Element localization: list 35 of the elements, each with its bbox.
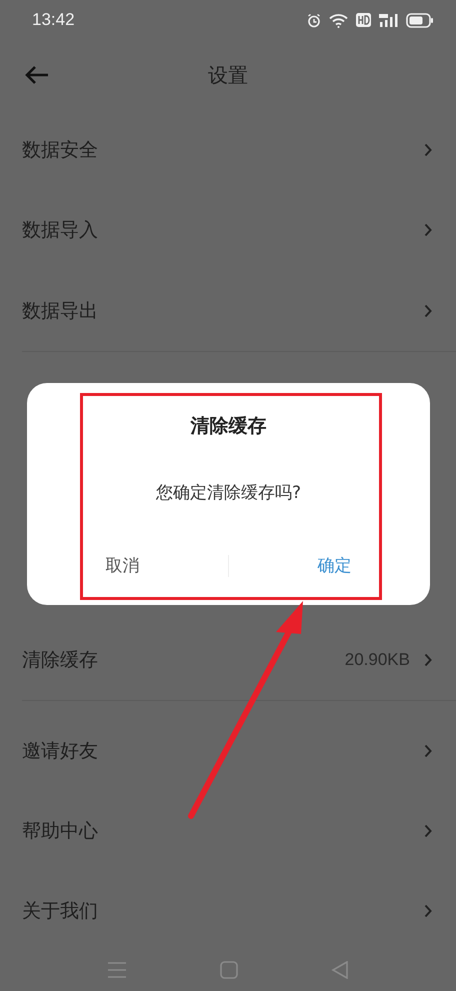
setting-label: 关于我们: [22, 899, 99, 924]
confirm-button[interactable]: 确定: [318, 550, 352, 581]
wifi-icon: [329, 12, 348, 28]
back-icon[interactable]: [24, 65, 50, 85]
page-title: 设置: [208, 62, 248, 88]
setting-label: 帮助中心: [22, 819, 99, 844]
setting-label: 邀请好友: [22, 739, 99, 764]
battery-icon: [406, 12, 434, 28]
back-icon[interactable]: [331, 961, 350, 979]
cancel-button[interactable]: 取消: [106, 550, 140, 581]
menu-icon[interactable]: [106, 961, 127, 979]
chevron-icon: [424, 304, 432, 318]
chevron-icon: [424, 744, 432, 758]
setting-label: 数据导出: [22, 299, 99, 324]
cellular-signal-icon: [379, 12, 398, 28]
settings-item[interactable]: 帮助中心: [0, 791, 456, 871]
setting-label: 数据导入: [22, 218, 99, 243]
chevron-icon: [424, 223, 432, 237]
dialog-title: 清除缓存: [190, 414, 266, 439]
home-icon[interactable]: [220, 961, 238, 979]
settings-item[interactable]: 数据导入: [0, 190, 456, 270]
alarm-icon: [307, 12, 321, 28]
dialog-message: 您确定清除缓存吗?: [156, 482, 302, 504]
chevron-icon: [424, 653, 432, 667]
settings-item[interactable]: 邀请好友: [0, 711, 456, 791]
settings-item[interactable]: 数据安全: [0, 110, 456, 190]
setting-label: 清除缓存: [22, 648, 99, 673]
chevron-icon: [424, 143, 432, 157]
status-time: 13:42: [32, 10, 75, 30]
chevron-icon: [424, 824, 432, 838]
setting-label: 数据安全: [22, 138, 99, 163]
cache-size: 20.90KB: [344, 650, 410, 670]
settings-item[interactable]: 关于我们: [0, 871, 456, 951]
chevron-icon: [424, 904, 432, 918]
hd-icon: [356, 13, 371, 27]
